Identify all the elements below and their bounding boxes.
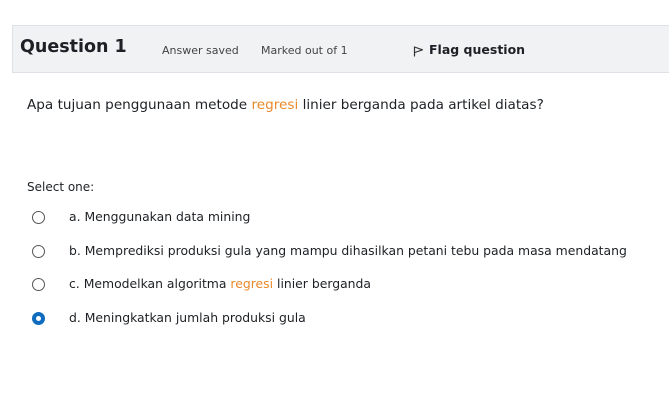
flag-question-button[interactable]: Flag question bbox=[413, 42, 525, 57]
flag-question-label: Flag question bbox=[429, 42, 526, 57]
question-grade: Marked out of 1 bbox=[261, 44, 348, 57]
question-text: Apa tujuan penggunaan metode regresi lin… bbox=[27, 97, 544, 113]
radio-option-d-selected[interactable] bbox=[32, 312, 45, 325]
answer-option-c[interactable]: c. Memodelkan algoritma regresi linier b… bbox=[32, 276, 371, 291]
quiz-page: Question 1 Answer saved Marked out of 1 … bbox=[0, 0, 669, 404]
question-text-before: Apa tujuan penggunaan metode bbox=[27, 97, 252, 113]
option-d-label[interactable]: d. Meningkatkan jumlah produksi gula bbox=[69, 310, 306, 325]
answer-prompt: Select one: bbox=[27, 180, 95, 194]
question-number: Question 1 bbox=[20, 37, 127, 57]
question-state: Answer saved bbox=[162, 44, 239, 57]
radio-option-b[interactable] bbox=[32, 245, 45, 258]
radio-option-a[interactable] bbox=[32, 211, 45, 224]
option-c-text-after: linier berganda bbox=[273, 276, 371, 291]
answer-option-d[interactable]: d. Meningkatkan jumlah produksi gula bbox=[32, 310, 306, 325]
radio-option-c[interactable] bbox=[32, 278, 45, 291]
answer-option-b[interactable]: b. Memprediksi produksi gula yang mampu … bbox=[32, 243, 627, 258]
option-c-text-highlight: regresi bbox=[230, 276, 274, 291]
option-c-text-before: c. Memodelkan algoritma bbox=[69, 276, 231, 291]
option-c-label[interactable]: c. Memodelkan algoritma regresi linier b… bbox=[69, 276, 371, 291]
question-text-after: linier berganda pada artikel diatas? bbox=[298, 97, 544, 113]
question-info-header: Question 1 Answer saved Marked out of 1 … bbox=[12, 25, 669, 73]
flag-icon bbox=[413, 42, 429, 57]
option-b-label[interactable]: b. Memprediksi produksi gula yang mampu … bbox=[69, 243, 627, 258]
question-text-highlight: regresi bbox=[251, 97, 299, 113]
answer-option-a[interactable]: a. Menggunakan data mining bbox=[32, 209, 250, 224]
option-a-label[interactable]: a. Menggunakan data mining bbox=[69, 209, 250, 224]
